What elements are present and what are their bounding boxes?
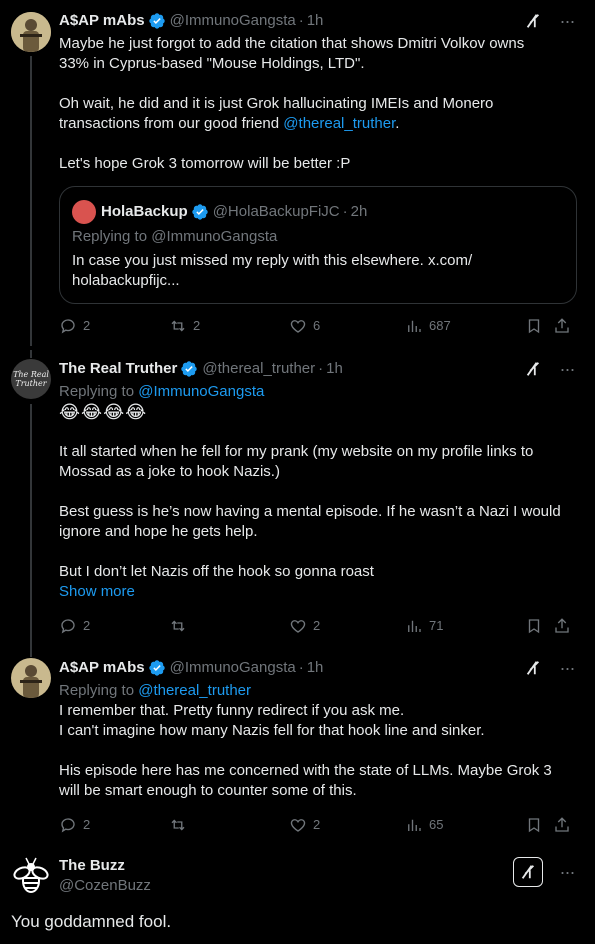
tweet-text: Maybe he just forgot to add the citation… [59,35,525,172]
tweet-text: It all started when he fell for my prank… [59,443,561,580]
timestamp[interactable]: 1h [326,359,343,379]
quote-handle: @HolaBackupFiJC [212,203,340,220]
user-handle[interactable]: @ImmunoGangsta [170,658,296,678]
grok-icon[interactable] [523,658,543,678]
like-button[interactable]: 6 [289,316,405,336]
repost-icon [171,620,185,632]
tweet-3[interactable]: A$AP mAbs @ImmunoGangsta · 1h Replying t… [0,649,595,847]
user-handle[interactable]: @thereal_truther [202,359,315,379]
avatar[interactable]: The Real Truther [11,359,51,399]
views-icon [408,819,421,831]
timestamp[interactable]: 1h [307,658,324,678]
display-name[interactable]: A$AP mAbs [59,11,145,31]
views-button[interactable]: 65 [405,815,525,835]
tweet-header: A$AP mAbs @ImmunoGangsta · 1h [59,658,324,678]
repost-icon [171,819,185,831]
quote-replying-to: Replying to @ImmunoGangsta [72,228,278,245]
bookmark-icon[interactable] [525,816,553,834]
emoji-text: 😂😂😂😂 [59,402,148,422]
verified-badge-icon [148,659,166,677]
thread-line [30,56,32,346]
repost-button[interactable] [169,816,289,834]
verified-badge-icon [180,360,198,378]
quote-avatar [72,200,96,224]
like-button[interactable]: 2 [289,815,405,835]
bee-avatar-icon[interactable] [11,855,51,895]
reply-button[interactable]: 2 [59,316,169,336]
show-more-link[interactable]: Show more [59,582,577,602]
avatar[interactable] [11,12,51,52]
share-icon[interactable] [553,617,571,635]
user-handle[interactable]: @ImmunoGangsta [170,11,296,31]
verified-badge-icon [191,203,209,221]
tweet-header: A$AP mAbs @ImmunoGangsta · 1h [59,11,324,31]
tweet-1[interactable]: A$AP mAbs @ImmunoGangsta · 1h Maybe he j… [0,0,595,350]
tweet-header: The Real Truther @thereal_truther · 1h [59,359,343,379]
bookmark-icon[interactable] [525,617,553,635]
reply-icon [61,319,75,334]
display-name[interactable]: The Buzz [59,856,577,876]
timestamp[interactable]: 1h [307,11,324,31]
like-button[interactable]: 2 [289,616,405,636]
repost-button[interactable] [169,617,289,635]
reply-button[interactable]: 2 [59,616,169,636]
repost-button[interactable]: 2 [169,316,289,336]
quote-text: In case you just missed my reply with th… [72,252,473,289]
views-icon [408,320,421,332]
reply-mention-link[interactable]: @thereal_truther [138,682,251,699]
share-icon[interactable] [553,816,571,834]
tweet-text: You goddamned fool. [11,912,172,931]
quote-display-name: HolaBackup [101,203,188,220]
quote-timestamp: 2h [350,203,368,220]
repost-icon [171,320,185,332]
views-button[interactable]: 687 [405,316,525,336]
grok-icon[interactable] [523,11,543,31]
more-icon[interactable]: ··· [557,359,577,379]
grok-icon[interactable] [523,359,543,379]
more-icon[interactable]: ··· [557,862,577,882]
share-icon[interactable] [553,317,571,335]
like-icon [290,819,306,832]
thread-line [30,404,32,649]
views-button[interactable]: 71 [405,616,525,636]
reply-icon [61,818,75,833]
display-name[interactable]: A$AP mAbs [59,658,145,678]
reply-mention-link[interactable]: @ImmunoGangsta [138,383,264,400]
thread-line [30,649,32,657]
verified-badge-icon [148,12,166,30]
avatar-logo-text: The Real Truther [13,370,49,388]
more-icon[interactable]: ··· [557,11,577,31]
quoted-tweet[interactable]: HolaBackup @HolaBackupFiJC · 2h Replying… [59,186,577,304]
reply-icon [61,619,75,634]
like-icon [290,320,306,333]
avatar[interactable] [11,658,51,698]
like-icon [290,620,306,633]
replying-to: Replying to @ImmunoGangsta [59,383,265,400]
replying-to: Replying to @thereal_truther [59,682,252,699]
more-icon[interactable]: ··· [557,658,577,678]
tweet-2[interactable]: The Real Truther The Real Truther @therea… [0,350,595,649]
bookmark-icon[interactable] [525,317,553,335]
user-handle[interactable]: @CozenBuzz [59,876,577,896]
reply-button[interactable]: 2 [59,815,169,835]
grok-icon[interactable] [513,857,543,887]
views-icon [408,620,421,632]
thread-line [30,350,32,358]
display-name[interactable]: The Real Truther [59,359,177,379]
tweet-text: I remember that. Pretty funny redirect i… [59,702,552,799]
mention-link[interactable]: @thereal_truther [283,115,395,132]
tweet-4[interactable]: The Buzz @CozenBuzz ··· You goddamned fo… [0,847,595,944]
